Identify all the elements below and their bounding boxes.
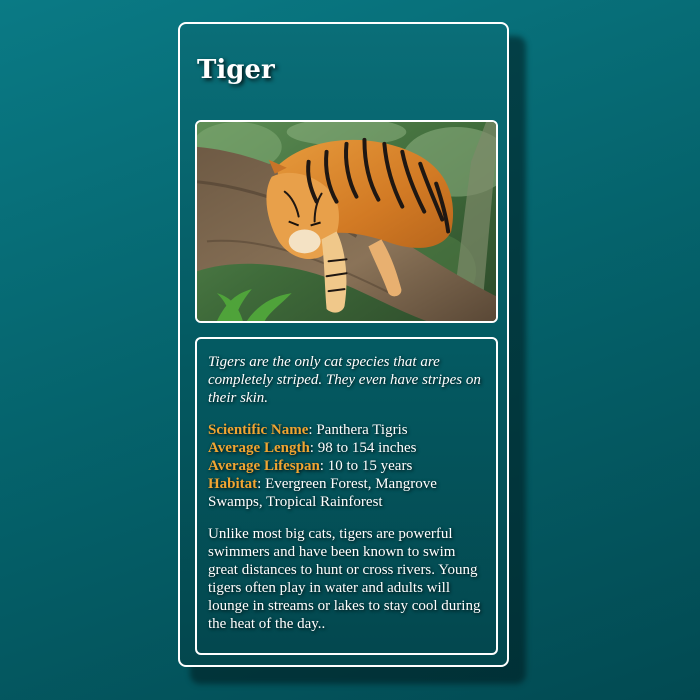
tiger-photo [195, 120, 498, 323]
fact-habitat: Habitat: Evergreen Forest, Mangrove Swam… [208, 475, 486, 511]
fact-value: 10 to 15 years [327, 458, 413, 474]
info-panel: Tigers are the only cat species that are… [195, 337, 498, 655]
fact-separator: : [319, 458, 328, 474]
fact-value: 98 to 154 inches [317, 440, 417, 456]
tiger-image [197, 122, 496, 321]
fact-label: Average Length [208, 440, 310, 456]
facts-list: Scientific Name: Panthera Tigris Average… [208, 421, 486, 511]
animal-card: Tiger Tigers are the only cat species th… [178, 22, 509, 667]
fact-average-lifespan: Average Lifespan: 10 to 15 years [208, 457, 486, 475]
fact-average-length: Average Length: 98 to 154 inches [208, 439, 486, 457]
fact-label: Habitat [208, 476, 258, 492]
fact-value: Panthera Tigris [316, 422, 408, 438]
fact-separator: : [309, 440, 318, 456]
fact-label: Scientific Name [208, 422, 309, 438]
fact-separator: : [257, 476, 266, 492]
intro-text: Tigers are the only cat species that are… [208, 354, 481, 406]
fact-scientific-name: Scientific Name: Panthera Tigris [208, 421, 486, 439]
fact-label: Average Lifespan [208, 458, 320, 474]
card-title: Tiger [197, 55, 275, 85]
description-text: Unlike most big cats, tigers are powerfu… [208, 526, 481, 632]
